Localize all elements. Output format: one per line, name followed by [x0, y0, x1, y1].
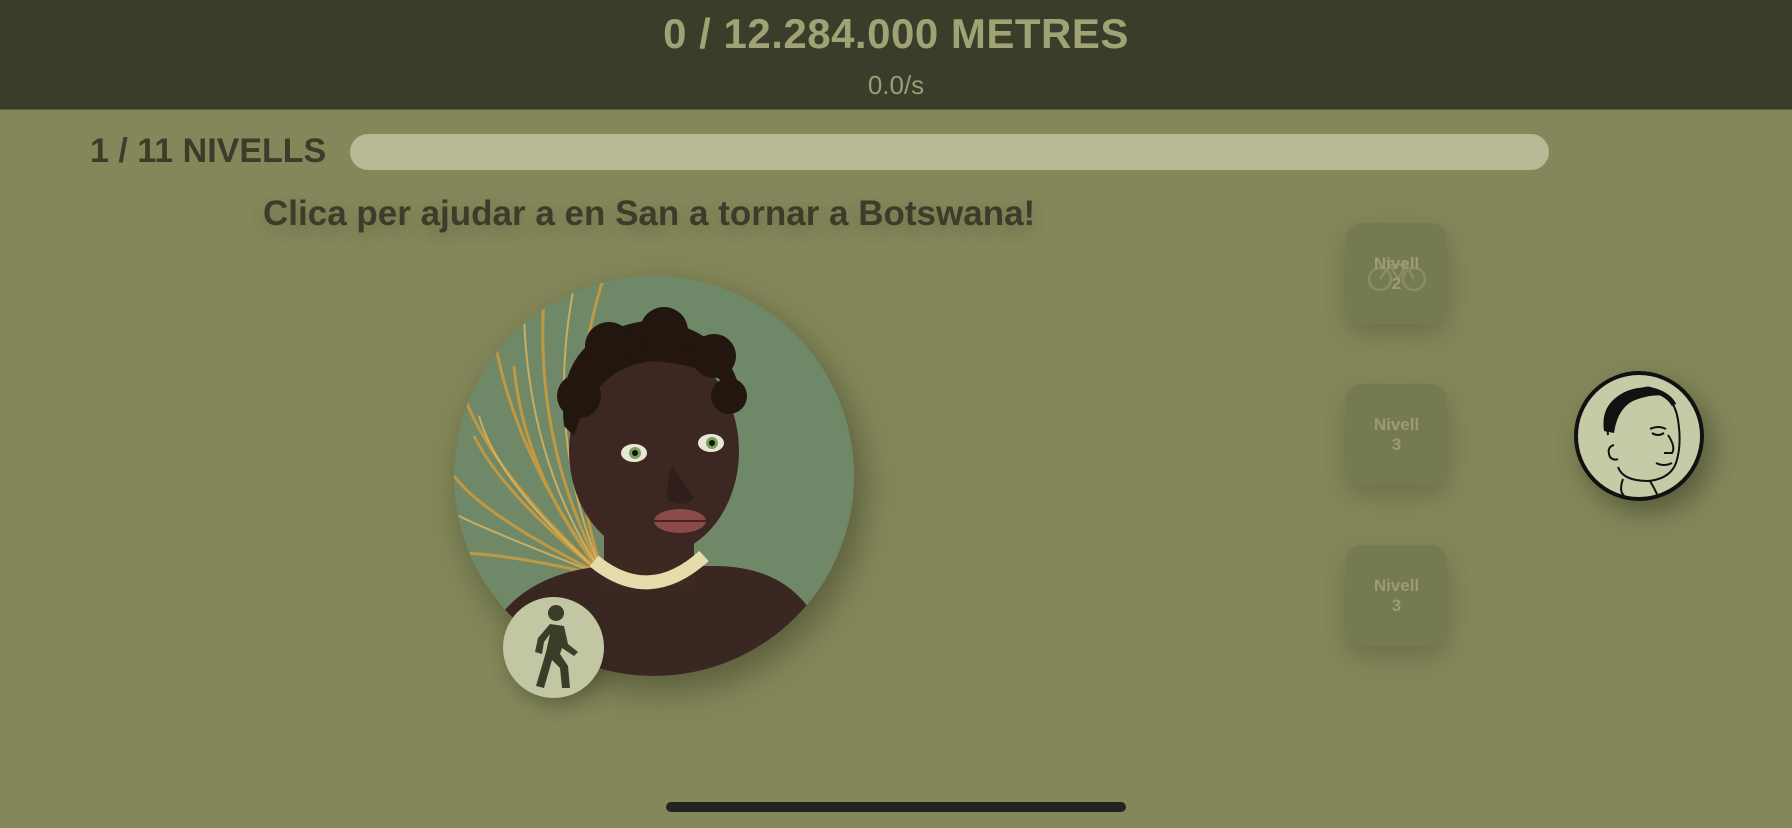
distance-counter: 0 / 12.284.000 METRES	[663, 10, 1129, 57]
npc-portrait-button[interactable]	[1574, 371, 1704, 501]
distance-rate: 0.0/s	[867, 70, 925, 100]
walking-person-icon[interactable]	[503, 597, 604, 698]
level-3-label: Nivell 3	[1373, 414, 1420, 454]
level-3-button[interactable]: Nivell 3	[1346, 384, 1447, 485]
level-2-label: Nivell 2	[1373, 253, 1420, 293]
home-indicator[interactable]	[666, 802, 1126, 812]
level-2-button[interactable]: Nivell 2	[1346, 223, 1447, 324]
level-counter: 1 / 11 NIVELLS	[90, 132, 327, 170]
level-3-label-secondary: Nivell 3	[1373, 575, 1420, 615]
man-sketch-portrait	[1603, 386, 1681, 497]
level-3-button-secondary[interactable]: Nivell 3	[1346, 545, 1447, 646]
top-bar: 0 / 12.284.000 METRES 0.0/s	[0, 0, 1792, 110]
instruction-text: Clica per ajudar a en San a tornar a Bot…	[263, 194, 1036, 233]
level-progress-bar	[350, 134, 1549, 170]
walk-mode-glyph	[534, 604, 578, 688]
